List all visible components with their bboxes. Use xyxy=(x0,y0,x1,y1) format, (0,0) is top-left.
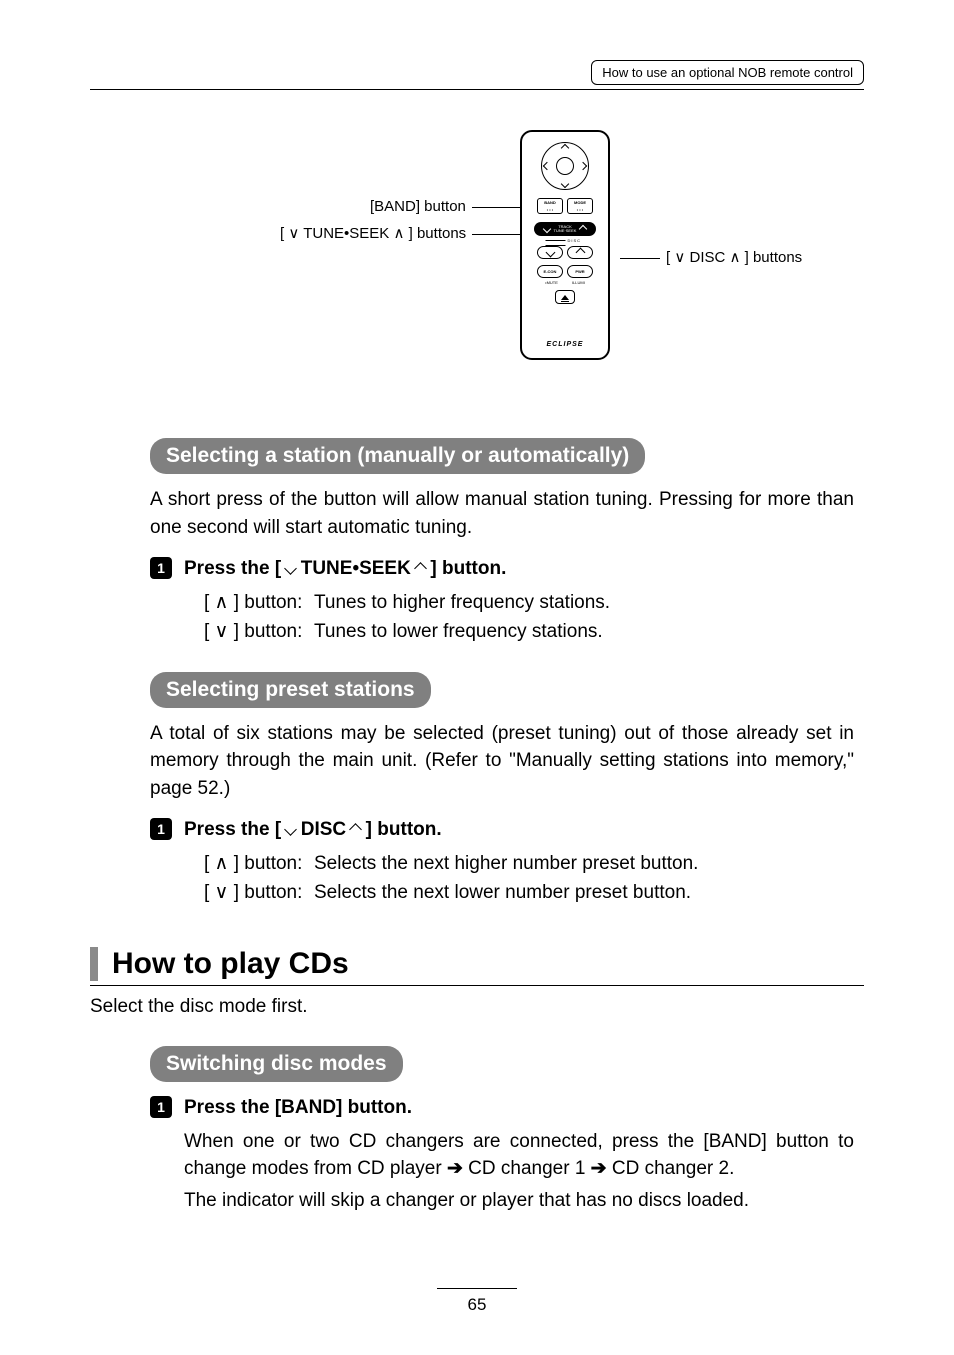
page-number: 65 xyxy=(0,1288,954,1315)
step-number-icon: 1 xyxy=(150,557,172,579)
step-1-tune-seek: 1 Press the [ TUNE•SEEK ] button. [ ∧ ] … xyxy=(150,555,854,648)
econ-pwr-row: E-CON PWR xyxy=(522,265,608,278)
page-header: How to use an optional NOB remote contro… xyxy=(90,60,864,90)
step-1-disc: 1 Press the [ DISC ] button. [ ∧ ] butto… xyxy=(150,816,854,909)
heading-bar-icon xyxy=(90,947,98,981)
chevron-up-icon xyxy=(579,225,587,233)
econ-button-icon: E-CON xyxy=(537,265,563,278)
step-body-2: The indicator will skip a changer or pla… xyxy=(184,1187,854,1215)
header-title-box: How to use an optional NOB remote contro… xyxy=(591,60,864,85)
detail-up: [ ∧ ] button:Tunes to higher frequency s… xyxy=(204,589,854,617)
mute-illumi-row: •MUTE ILLUMI xyxy=(522,280,608,285)
detail-down: [ ∨ ] button:Selects the next lower numb… xyxy=(204,879,854,907)
band-mode-row: BAND • • • MODE • • • xyxy=(522,198,608,214)
band-button-icon: BAND • • • xyxy=(537,198,563,214)
diagram-label-tune-seek: [ ∨ TUNE•SEEK ∧ ] buttons xyxy=(280,224,522,242)
intro-preset-stations: A total of six stations may be selected … xyxy=(150,720,854,803)
section-switching-disc-modes: Switching disc modes 1 Press the [BAND] … xyxy=(150,1028,854,1218)
dpad-icon xyxy=(541,142,589,190)
diagram-label-disc: [ ∨ DISC ∧ ] buttons xyxy=(620,248,802,266)
header-title: How to use an optional NOB remote contro… xyxy=(602,65,853,80)
arrow-right-icon: ➔ xyxy=(591,1158,607,1179)
step-number-icon: 1 xyxy=(150,818,172,840)
step-title: Press the [ TUNE•SEEK ] button. xyxy=(184,555,854,583)
heading-selecting-station: Selecting a station (manually or automat… xyxy=(150,438,645,474)
heading-preset-stations: Selecting preset stations xyxy=(150,672,431,708)
step-body-1: When one or two CD changers are connecte… xyxy=(184,1128,854,1183)
chevron-up-icon xyxy=(575,248,585,258)
chevron-down-icon xyxy=(545,248,555,258)
tune-seek-bar-icon: TRACK TUNE·SEEK xyxy=(534,222,596,236)
step-title: Press the [ DISC ] button. xyxy=(184,816,854,844)
heading-how-to-play-cds: How to play CDs xyxy=(90,947,864,986)
heading-switching-disc-modes: Switching disc modes xyxy=(150,1046,403,1082)
disc-up-icon xyxy=(567,246,593,259)
section-selecting-station: Selecting a station (manually or automat… xyxy=(150,420,854,909)
intro-play-cds: Select the disc mode first. xyxy=(90,996,864,1018)
intro-selecting-station: A short press of the button will allow m… xyxy=(150,486,854,541)
pwr-button-icon: PWR xyxy=(567,265,593,278)
disc-down-icon xyxy=(537,246,563,259)
diagram-label-band: [BAND] button xyxy=(370,198,540,215)
detail-up: [ ∧ ] button:Selects the next higher num… xyxy=(204,850,854,878)
step-title: Press the [BAND] button. xyxy=(184,1094,854,1122)
disc-buttons-row xyxy=(522,246,608,259)
remote-diagram: [BAND] button [ ∨ TUNE•SEEK ∧ ] buttons … xyxy=(90,130,864,390)
eject-icon xyxy=(561,295,569,300)
step-1-band: 1 Press the [BAND] button. When one or t… xyxy=(150,1094,854,1218)
mode-button-icon: MODE • • • xyxy=(567,198,593,214)
remote-illustration: BAND • • • MODE • • • TRACK TUNE·SEEK DI… xyxy=(520,130,610,360)
detail-down: [ ∨ ] button:Tunes to lower frequency st… xyxy=(204,618,854,646)
eject-button-icon xyxy=(555,290,575,304)
arrow-right-icon: ➔ xyxy=(447,1158,463,1179)
step-number-icon: 1 xyxy=(150,1096,172,1118)
chevron-down-icon xyxy=(542,225,550,233)
brand-label: ECLIPSE xyxy=(522,341,608,348)
